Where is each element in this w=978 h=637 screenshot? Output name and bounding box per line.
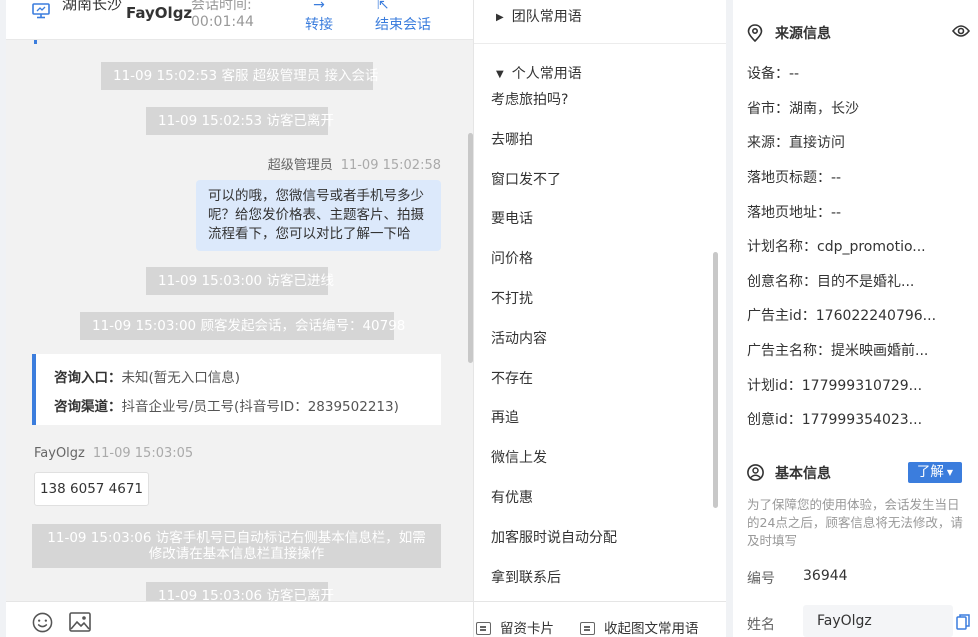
session-time: 00:01:44	[191, 14, 254, 30]
phrase-item[interactable]: 问价格	[491, 248, 533, 268]
agent-message-meta: 超级管理员 11-09 15:02:58	[268, 154, 441, 173]
transfer-label: 转接	[305, 17, 333, 33]
visitor-message-bubble: 138 6057 4671	[34, 472, 149, 506]
phrase-item[interactable]: 微信上发	[491, 447, 547, 467]
leave-card-label: 留资卡片	[500, 621, 554, 637]
phrase-item[interactable]: 不存在	[491, 368, 533, 388]
emoji-icon[interactable]	[32, 612, 53, 633]
system-message: 11-09 15:03:00 顾客发起会话，会话编号：40798	[80, 312, 405, 340]
customer-location: 湖南长沙	[62, 0, 123, 13]
phrase-item[interactable]: 有优惠	[491, 487, 533, 507]
agent-message-bubble: 可以的哦，您微信号或者手机号多少呢？给您发价格表、主题客片、拍摄流程看下，您可以…	[196, 180, 441, 251]
visitor-message-time: 11-09 15:03:05	[92, 446, 194, 461]
user-icon	[747, 464, 764, 481]
transfer-button[interactable]: → 转接	[305, 0, 333, 34]
arrow-right-icon: →	[313, 0, 325, 13]
card-icon	[476, 622, 491, 635]
caret-right-icon: ▶	[496, 12, 504, 23]
phrase-group-personal[interactable]: ▼ 个人常用语	[496, 63, 582, 83]
source-province: 省市：湖南，长沙	[747, 101, 859, 117]
phrase-item[interactable]: 考虑旅拍吗?	[491, 89, 568, 109]
phrases-scrollbar[interactable]	[713, 252, 718, 508]
consult-info-card: 咨询入口：未知(暂无入口信息) 咨询渠道：抖音企业号/员工号(抖音号ID：283…	[32, 354, 441, 425]
chat-workspace: 湖南长沙 FayOlgz 会话时间: 00:01:44 → 转接 ⇱ 结束会话 …	[0, 0, 978, 637]
customer-name-label: 姓名	[747, 617, 775, 633]
phrase-item[interactable]: 不打扰	[491, 288, 533, 308]
source-advertiser-name: 广告主名称：提米映画婚前...	[747, 343, 929, 359]
visitor-name: FayOlgz	[34, 446, 85, 461]
phrase-item[interactable]: 加客服时说自动分配	[491, 527, 617, 547]
divider	[474, 43, 726, 44]
phrase-group-team[interactable]: ▶ 团队常用语	[496, 6, 582, 26]
phrases-toolbar: 留资卡片 收起图文常用语	[474, 601, 726, 637]
phrase-group-personal-label: 个人常用语	[511, 66, 582, 82]
phrase-item[interactable]: 去哪拍	[491, 129, 533, 149]
consult-channel-row: 咨询渠道：抖音企业号/员工号(抖音号ID：2839502213)	[54, 393, 441, 422]
customer-number-label: 编号	[747, 571, 775, 587]
customer-name: FayOlgz	[126, 4, 193, 22]
eye-icon[interactable]	[952, 23, 970, 39]
source-plan-name: 计划名称：cdp_promotio...	[747, 239, 926, 255]
chat-scrollbar[interactable]	[468, 133, 473, 363]
session-time-label: 会话时间:	[191, 0, 252, 13]
phrase-item[interactable]: 活动内容	[491, 328, 547, 348]
exit-icon: ⇱	[377, 0, 389, 13]
source-info-title: 来源信息	[747, 23, 831, 43]
source-creative-name: 创意名称：目的不是婚礼...	[747, 274, 915, 290]
source-plan-id: 计划id：177999310729...	[747, 378, 923, 394]
consult-entry-label: 咨询入口：	[54, 370, 122, 386]
source-landing-title: 落地页标题：--	[747, 170, 842, 186]
chat-panel: 湖南长沙 FayOlgz 会话时间: 00:01:44 → 转接 ⇱ 结束会话 …	[6, 0, 474, 637]
consult-entry-value: 未知(暂无入口信息)	[121, 370, 241, 386]
system-message: 11-09 15:02:53 访客已离开	[146, 107, 334, 135]
source-advertiser-id: 广告主id：176022240796...	[747, 308, 937, 324]
end-session-label: 结束会话	[375, 17, 431, 33]
agent-message-time: 11-09 15:02:58	[340, 158, 441, 173]
source-creative-id: 创意id：177999354023...	[747, 412, 923, 428]
source-origin: 来源：直接访问	[747, 135, 845, 151]
monitor-icon	[32, 3, 50, 19]
image-icon[interactable]	[69, 612, 91, 632]
chat-header: 湖南长沙 FayOlgz 会话时间: 00:01:44 → 转接 ⇱ 结束会话	[6, 0, 473, 40]
collapse-phrases-button[interactable]: 收起图文常用语	[580, 617, 699, 637]
caret-down-icon: ▼	[496, 69, 504, 80]
phrase-item[interactable]: 拿到联系后	[491, 567, 561, 587]
source-device: 设备：--	[747, 66, 800, 82]
card-accent	[34, 40, 37, 44]
source-info-label: 来源信息	[775, 26, 831, 42]
learn-more-label: 了解	[916, 464, 944, 480]
consult-channel-value: 抖音企业号/员工号(抖音号ID：2839502213)	[121, 399, 399, 415]
system-message: 11-09 15:02:53 客服 超级管理员 接入会话	[101, 62, 379, 90]
location-pin-icon	[747, 24, 763, 42]
agent-name: 超级管理员	[267, 158, 333, 173]
phrase-item[interactable]: 再追	[491, 407, 519, 427]
source-landing-url: 落地页地址：--	[747, 205, 842, 221]
consult-channel-label: 咨询渠道：	[54, 399, 122, 415]
quick-phrases-panel: ▶ 团队常用语 ▼ 个人常用语 考虑旅拍吗? 去哪拍 窗口发不了 要电话 问价格 不…	[474, 0, 726, 637]
consult-entry-row: 咨询入口：未知(暂无入口信息)	[54, 364, 441, 393]
chat-toolbar	[6, 601, 473, 637]
system-message: 11-09 15:03:06 访客手机号已自动标记右侧基本信息栏，如需修改请在基…	[32, 524, 441, 568]
copy-icon[interactable]	[956, 614, 970, 630]
customer-number-value: 36944	[803, 568, 848, 584]
customer-name-field[interactable]: FayOlgz	[803, 605, 953, 637]
visitor-message-meta: FayOlgz 11-09 15:03:05	[34, 446, 193, 461]
learn-more-button[interactable]: 了解 ▼	[908, 462, 962, 483]
message-icon	[580, 622, 595, 635]
basic-info-label: 基本信息	[775, 466, 831, 482]
caret-down-icon: ▼	[946, 468, 954, 477]
leave-card-button[interactable]: 留资卡片	[476, 617, 554, 637]
basic-info-note: 为了保障您的使用体验，会话发生当日的24点之后，顾客信息将无法修改，请及时填写	[747, 497, 963, 548]
collapse-phrases-label: 收起图文常用语	[604, 621, 699, 637]
basic-info-title: 基本信息	[747, 463, 831, 483]
system-message: 11-09 15:03:00 访客已进线	[146, 267, 334, 295]
phrase-group-team-label: 团队常用语	[511, 9, 582, 25]
phrase-item[interactable]: 要电话	[491, 208, 533, 228]
phrase-item[interactable]: 窗口发不了	[491, 169, 561, 189]
end-session-button[interactable]: ⇱ 结束会话	[375, 0, 431, 34]
customer-info-panel: 来源信息 设备：-- 省市：湖南，长沙 来源：直接访问 落地页标题：-- 落地页…	[733, 0, 978, 637]
